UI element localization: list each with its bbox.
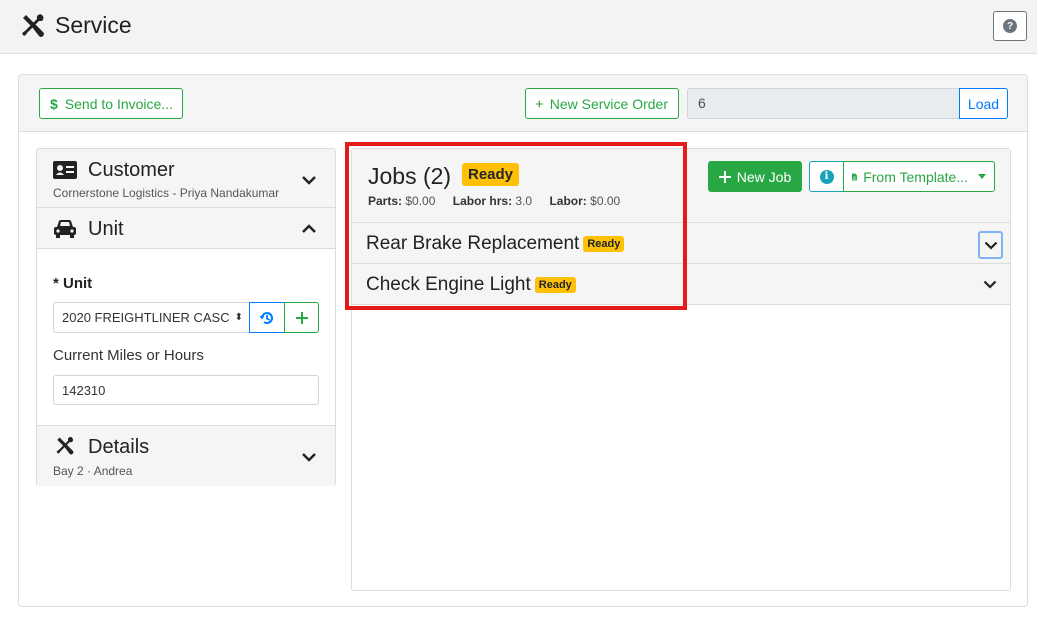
app-header: Service ? [0, 0, 1037, 54]
parts-value: $0.00 [405, 194, 436, 208]
expand-job-button[interactable] [978, 272, 1002, 296]
send-to-invoice-button[interactable]: $ Send to Invoice... [39, 88, 183, 119]
service-order-card: $ Send to Invoice... New Service Order 6… [18, 74, 1028, 607]
jobs-panel: Jobs (2) Ready Parts: $0.00 Labor hrs: 3… [351, 148, 1011, 591]
info-icon: i [819, 169, 834, 184]
jobs-title: Jobs (2) [368, 163, 452, 189]
miles-field-label: Current Miles or Hours [53, 347, 204, 364]
car-icon [54, 220, 76, 238]
new-service-order-label: New Service Order [549, 95, 668, 112]
new-service-order-button[interactable]: New Service Order [525, 88, 679, 119]
customer-subtitle: Cornerstone Logistics - Priya Nandakumar [53, 186, 280, 200]
customer-section-header[interactable]: Customer Cornerstone Logistics - Priya N… [37, 149, 335, 208]
wrench-screwdriver-icon [22, 14, 44, 37]
dollar-icon: $ [50, 95, 58, 112]
left-sidebar: Customer Cornerstone Logistics - Priya N… [36, 148, 336, 486]
unit-history-button[interactable] [249, 302, 285, 333]
status-badge: Ready [534, 277, 576, 293]
status-badge: Ready [462, 163, 520, 186]
status-badge: Ready [583, 236, 625, 252]
parts-label: Parts: [368, 194, 403, 208]
from-template-dropdown[interactable]: From Template... [843, 161, 995, 192]
details-section-header[interactable]: Details Bay 2 · Andrea [37, 425, 335, 486]
service-order-toolbar: $ Send to Invoice... New Service Order 6… [19, 75, 1027, 132]
unit-field-label: * Unit [53, 275, 93, 292]
send-to-invoice-label: Send to Invoice... [64, 95, 173, 112]
new-job-label: New Job [736, 168, 792, 185]
page-title: Service [55, 12, 132, 38]
select-caret-icon: ⬍ [234, 312, 243, 323]
details-subtitle: Bay 2 · Andrea [53, 464, 133, 478]
unit-select[interactable]: 2020 FREIGHTLINER CASC ⬍ [53, 302, 250, 333]
plus-icon [536, 100, 543, 107]
details-title: Details [88, 436, 150, 458]
job-name: Check Engine Light [366, 274, 531, 295]
file-icon [852, 173, 858, 180]
miles-input[interactable]: 142310 [53, 375, 319, 405]
customer-title: Customer [88, 159, 175, 181]
jobs-header: Jobs (2) Ready Parts: $0.00 Labor hrs: 3… [352, 149, 1010, 223]
labor-label: Labor: [549, 194, 587, 208]
load-button[interactable]: Load [959, 88, 1008, 119]
expand-job-button[interactable] [978, 231, 1003, 259]
job-name-wrapper: Check Engine Light Ready [366, 274, 576, 296]
id-card-icon [53, 161, 77, 179]
chevron-down-icon [984, 241, 997, 250]
jobs-summary: Parts: $0.00 Labor hrs: 3.0 Labor: $0.00 [368, 194, 620, 208]
labor-hrs-label: Labor hrs: [452, 194, 513, 208]
chevron-down-icon [302, 453, 316, 462]
chevron-down-icon [302, 176, 316, 185]
plus-icon [295, 311, 308, 324]
help-button[interactable]: ? [993, 11, 1027, 41]
job-name: Rear Brake Replacement [366, 233, 580, 254]
history-icon [259, 311, 273, 324]
unit-section-body: * Unit 2020 FREIGHTLINER CASC ⬍ Current … [37, 249, 335, 425]
question-circle-icon: ? [1003, 19, 1017, 33]
unit-section-header[interactable]: Unit [37, 208, 335, 249]
add-unit-button[interactable] [284, 302, 319, 333]
labor-value: $0.00 [590, 194, 621, 208]
chevron-up-icon [302, 224, 316, 233]
job-row[interactable]: Rear Brake Replacement Ready [352, 223, 1010, 264]
new-job-button[interactable]: New Job [708, 161, 802, 192]
chevron-down-icon [983, 280, 997, 289]
wrench-screwdriver-icon [56, 436, 74, 455]
from-template-label: From Template... [863, 168, 968, 185]
unit-title: Unit [88, 218, 124, 240]
caret-down-icon [978, 174, 986, 179]
unit-select-value: 2020 FREIGHTLINER CASC [62, 310, 230, 325]
plus-icon [718, 170, 731, 183]
labor-hrs-value: 3.0 [515, 194, 533, 208]
job-row[interactable]: Check Engine Light Ready [352, 264, 1010, 305]
job-name-wrapper: Rear Brake Replacement Ready [366, 233, 625, 255]
template-info-button[interactable]: i [809, 161, 844, 192]
service-order-number-input[interactable]: 6 [687, 88, 960, 119]
